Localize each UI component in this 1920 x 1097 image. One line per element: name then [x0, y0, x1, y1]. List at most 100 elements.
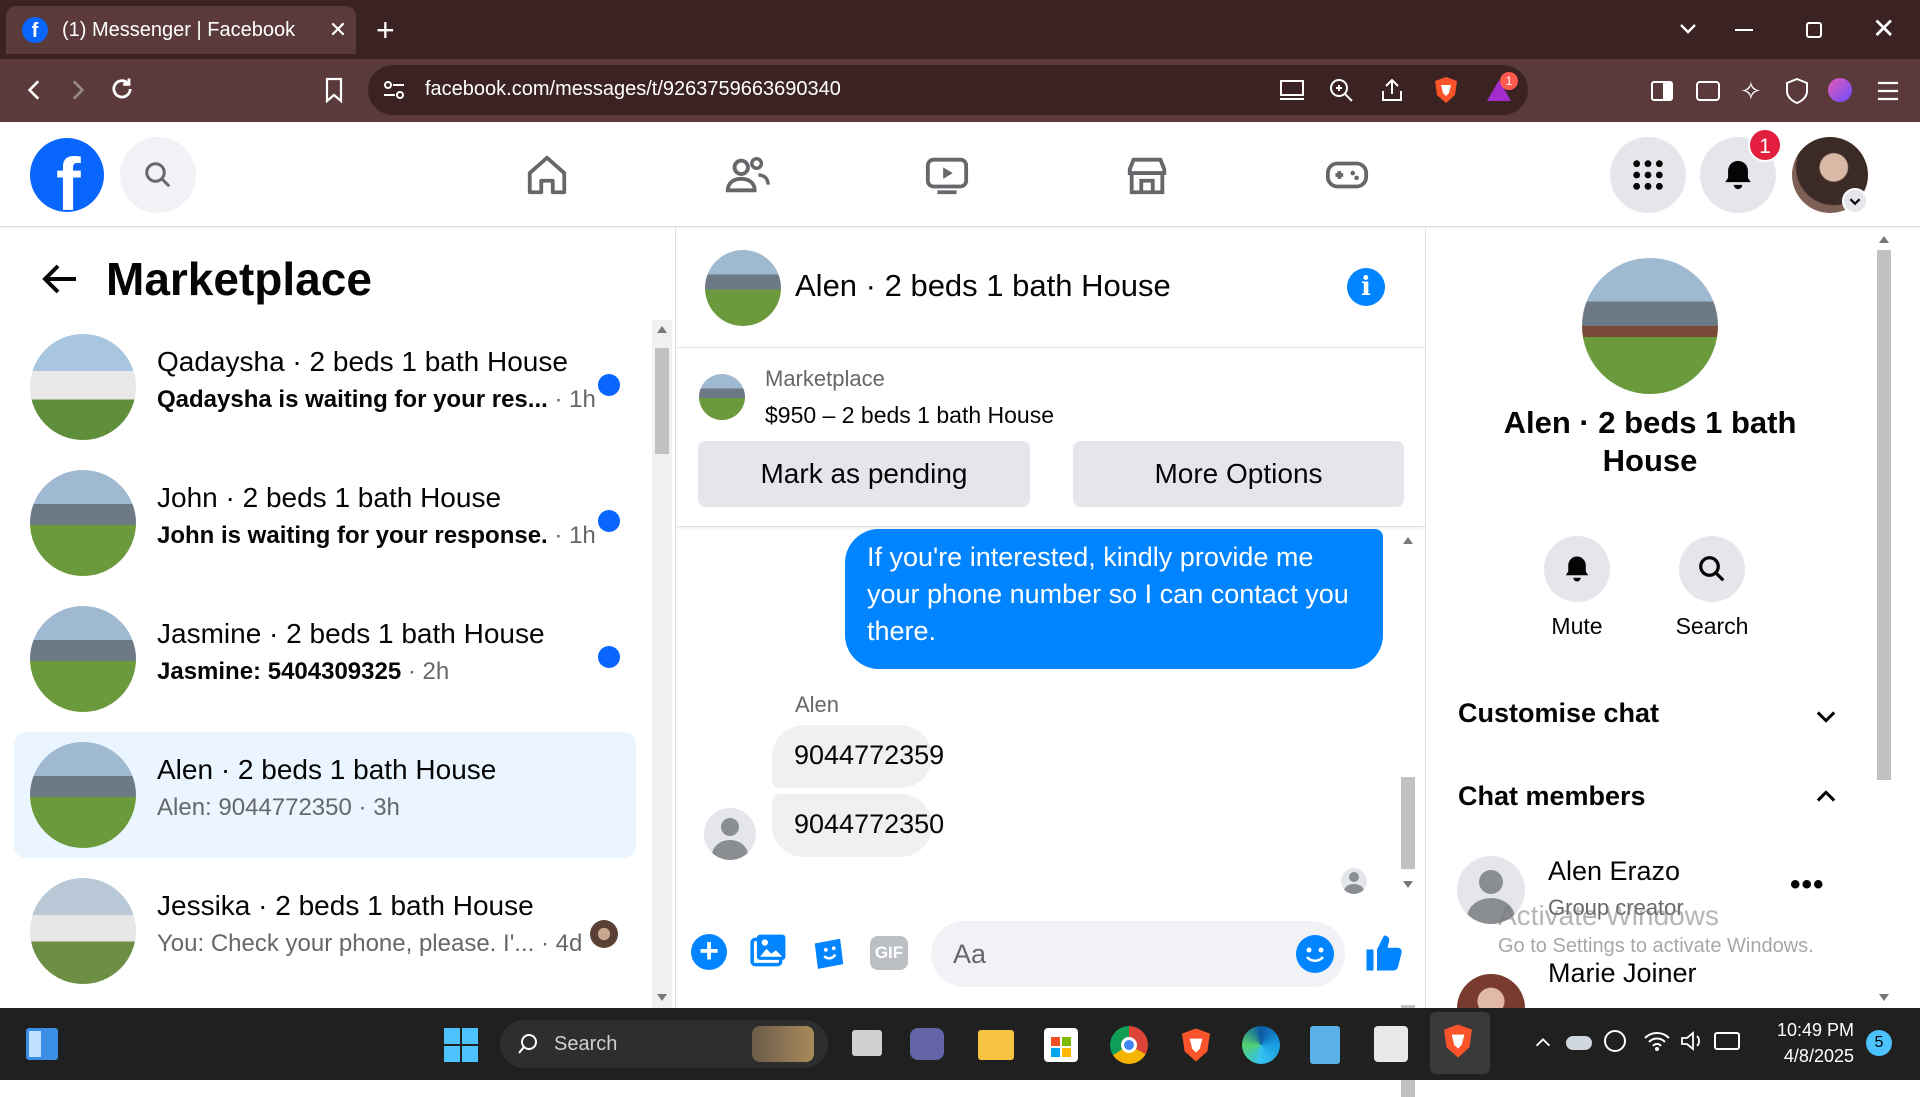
back-arrow-icon[interactable]	[40, 262, 80, 296]
url-text[interactable]: facebook.com/messages/t/9263759663690340	[425, 78, 841, 101]
friends-icon[interactable]	[724, 152, 770, 198]
info-avatar[interactable]	[1582, 258, 1718, 394]
chrome-icon[interactable]	[1110, 1026, 1148, 1064]
chat-members-row[interactable]: Chat members	[1458, 781, 1858, 829]
menu-icon[interactable]	[1876, 80, 1900, 102]
brave-shields-icon[interactable]	[1432, 75, 1460, 105]
snipping-icon[interactable]	[1374, 1026, 1408, 1062]
search-button[interactable]	[120, 137, 196, 213]
wallet-icon[interactable]	[1696, 81, 1720, 101]
notepad-icon[interactable]	[1310, 1026, 1340, 1064]
restore-icon[interactable]	[1806, 22, 1822, 38]
listing-title[interactable]: $950 – 2 beds 1 bath House	[765, 402, 1054, 429]
like-icon[interactable]	[1363, 932, 1405, 974]
reload-icon[interactable]	[108, 75, 136, 103]
gaming-icon[interactable]	[1324, 152, 1370, 198]
minimize-icon[interactable]	[1735, 29, 1753, 31]
volume-icon[interactable]	[1680, 1030, 1704, 1052]
gif-icon[interactable]: GIF	[870, 936, 908, 970]
taskbar-search[interactable]: Search	[500, 1020, 828, 1068]
battery-icon[interactable]	[1714, 1032, 1740, 1050]
profile-icon[interactable]	[1828, 78, 1852, 102]
sidebar-icon[interactable]	[1651, 81, 1673, 101]
notification-center-badge[interactable]: 5	[1866, 1030, 1892, 1056]
leo-icon[interactable]: ✧	[1740, 76, 1762, 107]
window-close-icon[interactable]: ✕	[1872, 12, 1895, 45]
facebook-favicon: f	[22, 17, 48, 43]
sticker-icon[interactable]	[810, 934, 848, 972]
list-scrollbar[interactable]	[652, 320, 672, 1008]
member-avatar[interactable]	[1457, 974, 1525, 1008]
conversation-item[interactable]: Qadaysha · 2 beds 1 bath House Qadaysha …	[14, 324, 636, 450]
watch-icon[interactable]	[924, 152, 970, 198]
conversation-preview-row: Alen: 9044772350 · 3h	[157, 794, 400, 822]
rewards-badge: 1	[1500, 72, 1518, 90]
bookmark-icon[interactable]	[322, 76, 346, 104]
browser-tab[interactable]: f (1) Messenger | Facebook ✕	[6, 6, 356, 54]
customise-chat-row[interactable]: Customise chat	[1458, 698, 1858, 746]
back-icon[interactable]	[22, 77, 48, 103]
member-name[interactable]: Alen Erazo	[1548, 856, 1680, 887]
clock-time[interactable]: 10:49 PM	[1766, 1020, 1854, 1041]
listing-banner: Marketplace $950 – 2 beds 1 bath House M…	[677, 349, 1425, 527]
share-icon[interactable]	[1379, 77, 1405, 103]
mark-as-pending-button[interactable]: Mark as pending	[698, 441, 1030, 507]
more-icon[interactable]: •••	[1790, 868, 1825, 902]
zoom-icon[interactable]	[1328, 77, 1354, 103]
edge-icon[interactable]	[1242, 1026, 1280, 1064]
marketplace-icon[interactable]	[1124, 152, 1170, 198]
tab-title: (1) Messenger | Facebook	[62, 18, 296, 41]
chat-avatar[interactable]	[705, 250, 781, 326]
listing-thumbnail	[30, 742, 136, 848]
info-icon[interactable]: i	[1347, 268, 1385, 306]
outgoing-message[interactable]: If you're interested, kindly provide me …	[845, 529, 1383, 669]
message-input[interactable]: Aa	[931, 921, 1345, 987]
member-name[interactable]: Marie Joiner	[1548, 958, 1697, 989]
bell-icon	[1565, 556, 1589, 582]
plus-icon[interactable]: +	[376, 12, 395, 49]
search-icon	[145, 162, 171, 188]
file-explorer-icon[interactable]	[978, 1030, 1014, 1060]
chat-scroll-down[interactable]	[1403, 881, 1413, 888]
panel-title: Marketplace	[106, 253, 372, 305]
more-options-button[interactable]: More Options	[1073, 441, 1404, 507]
widgets-icon[interactable]	[26, 1028, 58, 1060]
search-in-chat-button[interactable]	[1679, 536, 1745, 602]
brave-active-icon[interactable]	[1430, 1012, 1490, 1074]
clock-date[interactable]: 4/8/2025	[1766, 1046, 1854, 1067]
home-icon[interactable]	[524, 152, 570, 198]
conversation-item[interactable]: Jasmine · 2 beds 1 bath House Jasmine: 5…	[14, 596, 636, 722]
onedrive-icon[interactable]	[1566, 1036, 1592, 1050]
emoji-icon[interactable]	[1296, 935, 1334, 973]
cast-icon[interactable]	[1278, 79, 1306, 101]
sync-icon[interactable]	[1604, 1030, 1626, 1052]
wifi-icon[interactable]	[1644, 1030, 1670, 1052]
store-icon[interactable]	[1044, 1028, 1078, 1062]
task-view-icon[interactable]	[852, 1030, 882, 1056]
chevron-down-icon[interactable]	[1676, 16, 1700, 40]
close-icon[interactable]: ✕	[320, 17, 356, 43]
chat-title[interactable]: Alen · 2 beds 1 bath House	[795, 268, 1171, 304]
mute-button[interactable]	[1544, 536, 1610, 602]
brave-icon[interactable]	[1178, 1026, 1214, 1064]
conversation-preview-row: Jasmine: 5404309325 · 2h	[157, 658, 449, 686]
conversation-item-selected[interactable]: Alen · 2 beds 1 bath House Alen: 9044772…	[14, 732, 636, 858]
add-icon[interactable]: +	[691, 934, 727, 970]
photo-icon[interactable]	[749, 934, 787, 970]
conversation-item[interactable]: Jessika · 2 beds 1 bath House You: Check…	[14, 868, 636, 994]
account-chevron-icon[interactable]	[1842, 188, 1868, 214]
incoming-message[interactable]: 9044772359	[772, 725, 944, 788]
listing-banner-thumbnail[interactable]	[699, 374, 745, 420]
conversation-item[interactable]: John · 2 beds 1 bath House John is waiti…	[14, 460, 636, 586]
info-scrollbar[interactable]	[1872, 228, 1896, 1008]
forward-icon[interactable]	[64, 77, 90, 103]
chat-scrollbar-thumb[interactable]	[1401, 777, 1415, 869]
teams-icon[interactable]	[910, 1028, 944, 1060]
site-info-icon[interactable]	[382, 79, 406, 101]
incoming-message[interactable]: 9044772350	[772, 794, 944, 857]
menu-grid-button[interactable]	[1610, 137, 1686, 213]
vpn-icon[interactable]	[1784, 77, 1810, 105]
facebook-logo[interactable]: f	[30, 138, 104, 212]
tray-chevron-icon[interactable]	[1532, 1032, 1554, 1054]
start-icon[interactable]	[444, 1028, 478, 1062]
